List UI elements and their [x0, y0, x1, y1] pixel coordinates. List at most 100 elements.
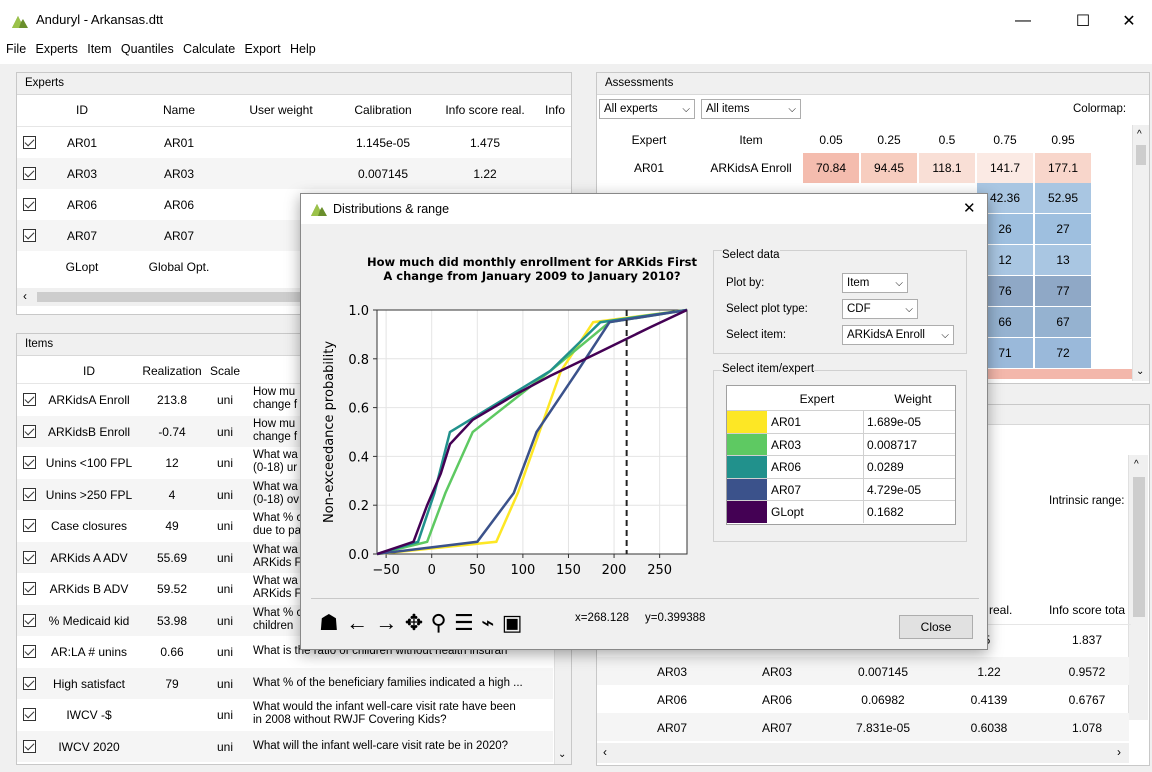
assessments-vscrollbar[interactable]: ^ ⌄	[1132, 125, 1149, 381]
table-row[interactable]: AR03 AR03 0.007145 1.22	[17, 158, 571, 189]
row-checkbox[interactable]	[23, 198, 36, 211]
menu-help[interactable]: Help	[287, 38, 319, 56]
chevron-down-icon[interactable]: ⌄	[1136, 366, 1144, 377]
item-id: % Medicaid kid	[48, 613, 130, 628]
table-row[interactable]: AR07 4.729e-05	[727, 477, 955, 501]
arrow-left-icon[interactable]: ←	[346, 610, 368, 636]
col-q50[interactable]: 0.5	[919, 133, 975, 147]
col-expert[interactable]: Expert	[597, 133, 701, 147]
col-name[interactable]: Name	[129, 103, 229, 117]
scroll-thumb[interactable]	[1136, 145, 1146, 165]
close-window-button[interactable]: ✕	[1106, 6, 1152, 36]
menu-file[interactable]: File	[0, 38, 29, 56]
expert-weight: 1.689e-05	[867, 415, 922, 429]
results-hscrollbar[interactable]: ‹ ›	[597, 743, 1129, 763]
table-row[interactable]: AR03 AR03 0.007145 1.22 0.9572	[597, 657, 1129, 685]
col-q75[interactable]: 0.75	[977, 133, 1033, 147]
pan-icon[interactable]: ✥	[405, 610, 423, 636]
col-info-score[interactable]: Info score real.	[435, 103, 535, 117]
item-select[interactable]: ARKidsA Enroll ⌵	[842, 325, 954, 345]
edit-axis-icon[interactable]: ⌁	[481, 610, 494, 636]
y-axis-label: Non-exceedance probability	[322, 341, 337, 523]
col-q05[interactable]: 0.05	[803, 133, 859, 147]
row-checkbox[interactable]	[23, 487, 36, 501]
plot-toolbar: ☗ ← → ✥ ⚲ ☰ ⌁ ▣	[319, 610, 526, 640]
dialog-close-icon[interactable]: ✕	[963, 199, 976, 217]
row-checkbox[interactable]	[23, 519, 36, 532]
col-realization[interactable]: Realization	[139, 364, 205, 378]
table-row[interactable]: High satisfact 79 uni What % of the bene…	[17, 667, 553, 699]
menu-quantiles[interactable]: Quantiles	[118, 38, 177, 56]
row-checkbox[interactable]	[23, 676, 36, 690]
row-checkbox[interactable]	[23, 456, 36, 469]
row-checkbox[interactable]	[23, 582, 36, 595]
col-item[interactable]: Item	[701, 133, 801, 147]
col-expert[interactable]: Expert	[767, 392, 867, 406]
row-checkbox[interactable]	[23, 229, 36, 242]
plot-type-select[interactable]: CDF ⌵	[842, 299, 918, 319]
table-row[interactable]: AR01 1.689e-05	[727, 410, 955, 433]
table-row[interactable]: AR01 AR01 1.145e-05 1.475	[17, 127, 571, 158]
col-info-total[interactable]: Info score tota	[1043, 603, 1131, 617]
maximize-button[interactable]: ☐	[1060, 6, 1106, 36]
configure-icon[interactable]: ☰	[454, 610, 474, 636]
expert-name: AR01	[163, 135, 195, 150]
chevron-up-icon[interactable]: ^	[1134, 459, 1139, 470]
row-checkbox[interactable]	[23, 136, 36, 149]
row-checkbox[interactable]	[23, 708, 36, 721]
zoom-icon[interactable]: ⚲	[431, 610, 447, 636]
col-q95[interactable]: 0.95	[1035, 133, 1091, 147]
col-scale[interactable]: Scale	[207, 364, 243, 378]
col-q25[interactable]: 0.25	[861, 133, 917, 147]
menu-export[interactable]: Export	[242, 38, 284, 56]
experts-filter-select[interactable]: All experts ⌵	[599, 99, 695, 119]
row-checkbox[interactable]	[23, 739, 36, 753]
home-icon[interactable]: ☗	[319, 610, 339, 636]
chevron-up-icon[interactable]: ^	[1137, 129, 1142, 140]
col-user-weight[interactable]: User weight	[231, 103, 331, 117]
chevron-down-icon[interactable]: ⌄	[558, 749, 566, 760]
row-checkbox[interactable]	[23, 167, 36, 180]
col-id[interactable]: ID	[39, 364, 139, 378]
menu-experts[interactable]: Experts	[33, 38, 81, 56]
color-swatch	[727, 456, 767, 478]
arrow-right-icon[interactable]: →	[375, 610, 397, 636]
save-icon[interactable]: ▣	[502, 610, 523, 636]
assess-value: 77	[1035, 276, 1091, 306]
cursor-coordinates: x=268.128 y=0.399388	[575, 612, 706, 624]
item-question-line1: What would the infant well-care visit ra…	[253, 701, 516, 713]
app-icon	[12, 16, 28, 28]
row-checkbox[interactable]	[23, 424, 36, 438]
table-row[interactable]: AR06 0.0289	[727, 455, 955, 478]
scroll-left-icon[interactable]: ‹	[23, 289, 27, 303]
row-checkbox[interactable]	[23, 550, 36, 564]
scroll-thumb[interactable]	[37, 292, 337, 302]
scroll-right-icon[interactable]: ›	[1117, 745, 1121, 759]
cdf-chart[interactable]: −50 0 50 100 150 200 250 0.0 0.2 0.4 0.6 0.8 1.0 How …	[307, 230, 705, 590]
col-info[interactable]: Info	[545, 103, 571, 117]
menu-calculate[interactable]: Calculate	[180, 38, 238, 56]
row-checkbox[interactable]	[23, 393, 36, 406]
table-row[interactable]: AR06 AR06 0.06982 0.4139 0.6767	[597, 685, 1129, 713]
table-row[interactable]: AR03 0.008717	[727, 432, 955, 456]
close-button[interactable]: Close	[899, 615, 973, 639]
table-row[interactable]: AR01 ARKidsA Enroll 70.84 94.45 118.1 14…	[597, 153, 1131, 183]
table-row[interactable]: IWCV -$ uni What would the infant well-c…	[17, 699, 553, 731]
col-calibration[interactable]: Calibration	[333, 103, 433, 117]
table-row[interactable]: AR07 AR07 7.831e-05 0.6038 1.078	[597, 713, 1129, 741]
row-checkbox[interactable]	[23, 613, 36, 627]
scroll-thumb[interactable]	[1133, 477, 1145, 617]
row-checkbox[interactable]	[23, 645, 36, 658]
items-filter-select[interactable]: All items ⌵	[701, 99, 801, 119]
col-id[interactable]: ID	[37, 103, 127, 117]
menu-item[interactable]: Item	[84, 38, 114, 56]
scroll-left-icon[interactable]: ‹	[603, 745, 607, 759]
table-row[interactable]: IWCV 2020 uni What will the infant well-…	[17, 730, 553, 762]
table-row[interactable]: GLopt 0.1682	[727, 500, 955, 523]
assess-value: 94.45	[861, 153, 917, 183]
minimize-button[interactable]: —	[1000, 6, 1046, 36]
plot-by-select[interactable]: Item ⌵	[842, 273, 908, 293]
col-weight[interactable]: Weight	[871, 392, 955, 406]
results-vscrollbar[interactable]: ^	[1128, 455, 1148, 720]
item-realization: 59.52	[156, 582, 188, 596]
